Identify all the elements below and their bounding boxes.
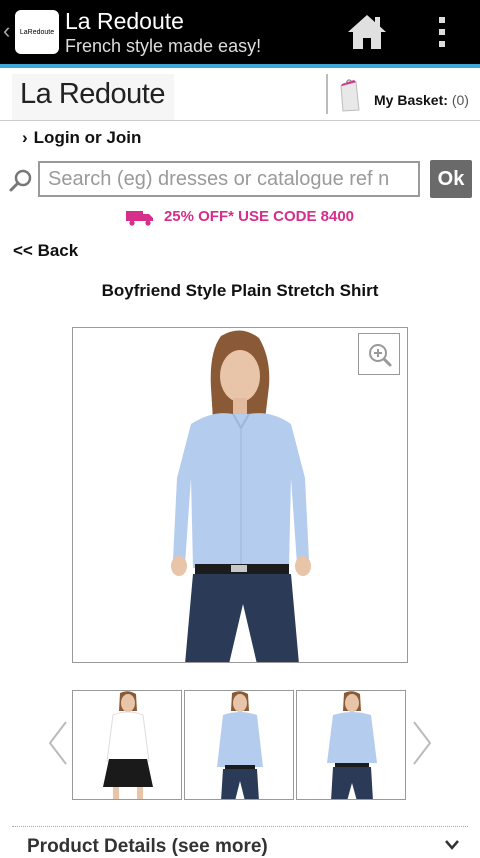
carousel-prev-icon[interactable] xyxy=(46,720,70,766)
home-icon[interactable] xyxy=(346,12,388,52)
product-thumbnail[interactable] xyxy=(184,690,294,800)
thumbnail-image xyxy=(327,691,377,799)
thumbnail-image xyxy=(217,691,263,799)
model-photo xyxy=(171,330,311,662)
product-main-image[interactable] xyxy=(72,327,408,663)
app-bar: ‹ LaRedoute La Redoute French style made… xyxy=(0,0,480,64)
basket-label: My Basket: xyxy=(374,92,448,108)
zoom-in-icon xyxy=(369,344,392,367)
site-header: La Redoute My Basket: (0) xyxy=(0,68,480,121)
chevron-down-icon[interactable] xyxy=(444,838,460,852)
promo-banner[interactable]: 25% OFF* USE CODE 8400 xyxy=(0,208,480,226)
thumbnail-image xyxy=(103,691,153,799)
back-chevron-icon[interactable]: ‹ xyxy=(3,20,10,42)
login-label: Login or Join xyxy=(33,128,142,147)
promo-text: 25% OFF* USE CODE 8400 xyxy=(163,208,355,225)
app-subtitle: French style made easy! xyxy=(65,36,262,56)
app-icon-text: LaRedoute xyxy=(19,28,55,36)
delivery-truck-icon xyxy=(125,211,153,226)
basket-count: (0) xyxy=(451,92,469,108)
search-field[interactable] xyxy=(38,161,426,197)
basket-link[interactable]: My Basket: (0) xyxy=(374,92,469,108)
product-thumbnail[interactable] xyxy=(72,690,182,800)
product-title: Boyfriend Style Plain Stretch Shirt xyxy=(101,281,379,300)
header-divider xyxy=(326,74,328,114)
search-icon xyxy=(9,169,32,192)
back-link[interactable]: << Back xyxy=(13,241,78,261)
search-ok-button[interactable]: Ok xyxy=(430,160,472,198)
app-icon[interactable]: LaRedoute xyxy=(15,10,59,54)
app-title: La Redoute xyxy=(65,8,184,34)
login-link[interactable]: › Login or Join xyxy=(22,128,141,148)
site-logo[interactable]: La Redoute xyxy=(20,78,165,111)
product-details-toggle[interactable]: Product Details (see more) xyxy=(27,836,268,858)
details-divider xyxy=(12,826,468,827)
zoom-button[interactable] xyxy=(358,333,400,375)
overflow-menu-icon[interactable] xyxy=(430,14,454,50)
product-thumbnail[interactable] xyxy=(296,690,406,800)
chevron-right-icon: › xyxy=(22,128,28,147)
carousel-next-icon[interactable] xyxy=(410,720,434,766)
search-input[interactable] xyxy=(40,163,426,195)
shopping-bag-icon[interactable] xyxy=(338,76,362,112)
